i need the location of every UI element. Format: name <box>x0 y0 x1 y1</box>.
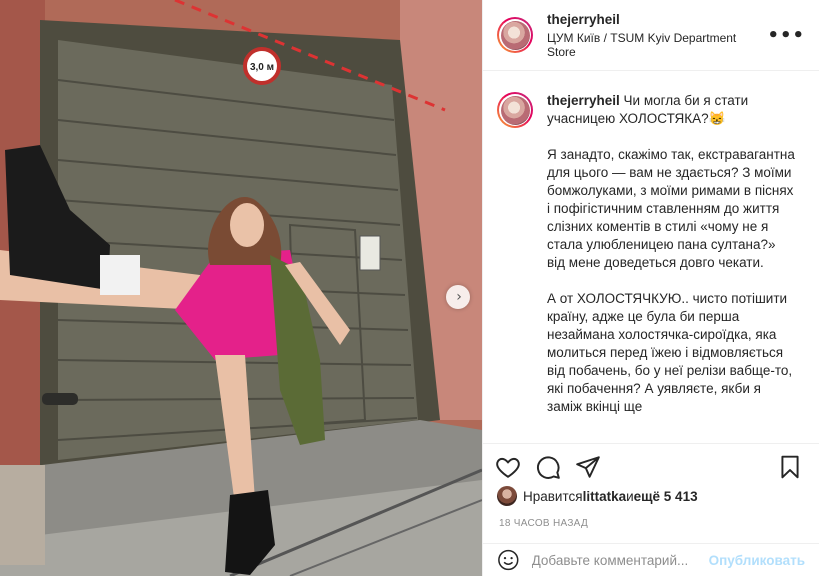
caption-avatar-image <box>500 95 530 125</box>
comment-input[interactable] <box>531 552 709 568</box>
carousel-next-button[interactable]: › <box>446 285 470 309</box>
header-location[interactable]: ЦУМ Київ / TSUM Kyiv Department Store <box>547 31 767 59</box>
post-timestamp[interactable]: 18 часов назад <box>499 518 588 529</box>
likes-user[interactable]: littatka <box>583 489 627 504</box>
caption-text: thejerryheil Чи могла би я стати учасниц… <box>547 92 797 416</box>
liker-avatar[interactable] <box>497 486 517 506</box>
avatar-image <box>500 20 530 50</box>
likes-summary: Нравится littatka и ещё 5 413 <box>497 486 698 506</box>
caption-area: thejerryheil Чи могла би я стати учасниц… <box>483 72 819 442</box>
likes-count[interactable]: ещё 5 413 <box>634 489 698 504</box>
photo-illustration: 3,0 м <box>0 0 482 576</box>
bookmark-icon[interactable] <box>777 454 803 480</box>
avatar[interactable] <box>497 17 533 53</box>
post-photo[interactable]: 3,0 м › <box>0 0 482 576</box>
likes-prefix: Нравится <box>523 488 583 504</box>
emoji-icon[interactable] <box>497 548 520 572</box>
caption-paragraph-1: Я занадто, скажімо так, екстравагантна д… <box>547 147 795 270</box>
chevron-right-icon: › <box>456 289 462 305</box>
heart-icon[interactable] <box>495 454 521 480</box>
likes-middle: и <box>626 488 634 504</box>
caption-paragraph-2: А от ХОЛОСТЯЧКУЮ.. чисто потішити країну… <box>547 291 793 414</box>
post-header: thejerryheil ЦУМ Київ / TSUM Kyiv Depart… <box>483 0 819 71</box>
more-options-icon[interactable]: ••• <box>767 25 805 46</box>
caption-avatar[interactable] <box>497 92 533 128</box>
instagram-post: 3,0 м › thejerryheil ЦУМ Київ / TSUM Kyi… <box>0 0 819 576</box>
share-icon[interactable] <box>575 454 601 480</box>
caption-username[interactable]: thejerryheil <box>547 93 620 108</box>
height-sign-text: 3,0 м <box>250 62 274 73</box>
comment-bar: Опубликовать <box>483 543 819 576</box>
comment-icon[interactable] <box>535 454 561 480</box>
post-side-panel: thejerryheil ЦУМ Київ / TSUM Kyiv Depart… <box>482 0 819 576</box>
header-username[interactable]: thejerryheil <box>547 12 767 27</box>
publish-button[interactable]: Опубликовать <box>709 553 805 568</box>
action-bar <box>483 443 819 489</box>
